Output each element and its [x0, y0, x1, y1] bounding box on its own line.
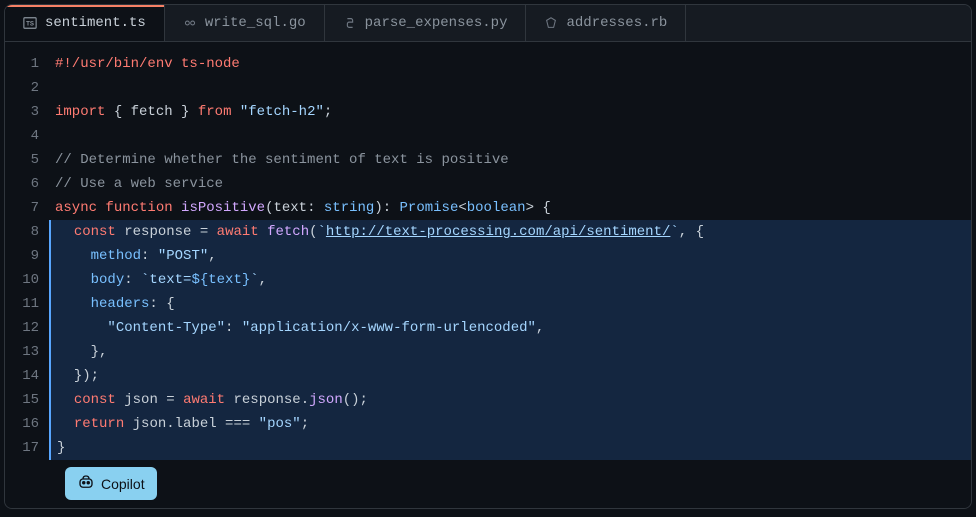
code-line[interactable]: // Use a web service	[51, 172, 971, 196]
code-line-suggestion[interactable]: }	[49, 436, 971, 460]
line-number: 16	[5, 412, 39, 436]
tab-parse-expenses-py[interactable]: parse_expenses.py	[325, 5, 527, 41]
editor-window: TS sentiment.ts write_sql.go parse_expen…	[4, 4, 972, 509]
line-number: 13	[5, 340, 39, 364]
copilot-icon	[77, 473, 95, 494]
line-number: 1	[5, 52, 39, 76]
line-number: 15	[5, 388, 39, 412]
copilot-badge[interactable]: Copilot	[65, 467, 157, 500]
line-number: 11	[5, 292, 39, 316]
code-line-suggestion[interactable]: body: `text=${text}`,	[49, 268, 971, 292]
line-number: 10	[5, 268, 39, 292]
code-line-suggestion[interactable]: },	[49, 340, 971, 364]
code-line-suggestion[interactable]: const response = await fetch(`http://tex…	[49, 220, 971, 244]
code-line-suggestion[interactable]: headers: {	[49, 292, 971, 316]
tab-label: write_sql.go	[205, 15, 306, 31]
shebang: #!/usr/bin/env ts-node	[55, 56, 240, 72]
tabs-bar: TS sentiment.ts write_sql.go parse_expen…	[5, 5, 971, 42]
line-number: 7	[5, 196, 39, 220]
line-number: 12	[5, 316, 39, 340]
line-number: 8	[5, 220, 39, 244]
code-line[interactable]: // Determine whether the sentiment of te…	[51, 148, 971, 172]
line-number: 5	[5, 148, 39, 172]
line-number-gutter: 1234567891011121314151617	[5, 52, 51, 508]
line-number: 3	[5, 100, 39, 124]
tab-write-sql-go[interactable]: write_sql.go	[165, 5, 325, 41]
go-icon	[183, 16, 197, 30]
line-number: 6	[5, 172, 39, 196]
svg-text:TS: TS	[26, 21, 34, 28]
line-number: 4	[5, 124, 39, 148]
editor-body[interactable]: 1234567891011121314151617 #!/usr/bin/env…	[5, 42, 971, 508]
code-line-suggestion[interactable]: "Content-Type": "application/x-www-form-…	[49, 316, 971, 340]
tab-label: parse_expenses.py	[365, 15, 508, 31]
ruby-icon	[544, 16, 558, 30]
line-number: 17	[5, 436, 39, 460]
line-number: 9	[5, 244, 39, 268]
code-line-suggestion[interactable]: });	[49, 364, 971, 388]
tab-label: addresses.rb	[566, 15, 667, 31]
python-icon	[343, 16, 357, 30]
code-line-suggestion[interactable]: method: "POST",	[49, 244, 971, 268]
code-line[interactable]	[51, 76, 971, 100]
typescript-icon: TS	[23, 16, 37, 30]
code-line-suggestion[interactable]: const json = await response.json();	[49, 388, 971, 412]
tab-sentiment-ts[interactable]: TS sentiment.ts	[5, 5, 165, 41]
tab-label: sentiment.ts	[45, 15, 146, 31]
code-line[interactable]	[51, 124, 971, 148]
tab-addresses-rb[interactable]: addresses.rb	[526, 5, 686, 41]
line-number: 2	[5, 76, 39, 100]
code-line[interactable]: #!/usr/bin/env ts-node	[51, 52, 971, 76]
line-number: 14	[5, 364, 39, 388]
code-area[interactable]: #!/usr/bin/env ts-node import { fetch } …	[51, 52, 971, 508]
code-line[interactable]: import { fetch } from "fetch-h2";	[51, 100, 971, 124]
code-line-suggestion[interactable]: return json.label === "pos";	[49, 412, 971, 436]
copilot-label: Copilot	[101, 476, 145, 492]
code-line[interactable]: async function isPositive(text: string):…	[51, 196, 971, 220]
